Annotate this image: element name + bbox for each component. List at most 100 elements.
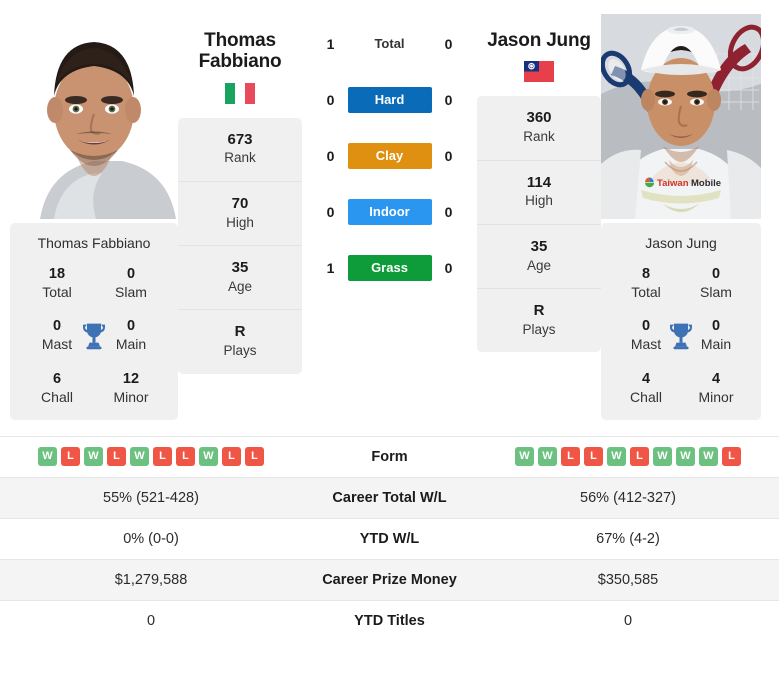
taiwan-flag-icon <box>524 61 554 83</box>
italy-flag-icon <box>225 82 255 104</box>
left-title-minor-label: Minor <box>113 388 149 405</box>
right-title-minor: 4 Minor <box>681 370 751 406</box>
h2h-row-grass: 1 Grass 0 <box>302 254 477 282</box>
right-stat-high-label: High <box>525 193 553 209</box>
right-form-badge: W <box>676 447 695 467</box>
h2h-total-right-value: 0 <box>444 36 453 52</box>
left-title-minor: 12 Minor <box>94 370 168 406</box>
h2h-clay-label: Clay <box>347 143 432 169</box>
left-stat-rank-value: 673 <box>227 130 253 148</box>
svg-text:Taiwan: Taiwan <box>657 178 689 189</box>
ytd-titles-left: 0 <box>146 612 156 629</box>
right-player-column: Taiwan Mobile Jason Jung 8 Total 0 Slam <box>601 14 761 420</box>
right-stat-age: 35 Age <box>477 225 601 290</box>
ytd-wl-label: YTD W/L <box>359 530 420 547</box>
table-row-ytd-titles: 0 YTD Titles 0 <box>0 599 779 641</box>
h2h-indoor-right-value: 0 <box>444 204 453 220</box>
h2h-row-clay: 0 Clay 0 <box>302 142 477 170</box>
right-form-badge: L <box>630 447 649 467</box>
left-form-badge: W <box>130 447 149 467</box>
left-title-total-value: 18 <box>48 266 66 282</box>
right-title-chall-value: 4 <box>641 370 651 387</box>
h2h-row-hard: 0 Hard 0 <box>302 86 477 114</box>
career-total-wl-label: Career Total W/L <box>332 489 447 506</box>
career-total-wl-right: 56% (412-327) <box>580 489 676 506</box>
left-title-slam-value: 0 <box>126 266 136 282</box>
left-stat-high: 70 High <box>178 182 302 247</box>
ytd-wl-left: 0% (0-0) <box>123 530 179 547</box>
right-stat-rank: 360 Rank <box>477 96 601 161</box>
right-form-badge: W <box>538 447 557 467</box>
comparison-stats-table: WLWLWLLWLL Form WWLLWLWWWL 55% (521-428)… <box>0 435 779 641</box>
h2h-row-indoor: 0 Indoor 0 <box>302 198 477 226</box>
career-prize-money-right: $350,585 <box>597 571 659 588</box>
h2h-total-left-value: 1 <box>326 36 335 52</box>
left-form-badge: L <box>153 447 172 467</box>
thomas-fabbiano-headshot-image <box>10 14 178 219</box>
h2h-row-total: 1 Total 0 <box>302 30 477 58</box>
h2h-clay-right-value: 0 <box>444 148 453 164</box>
left-stat-age-value: 35 <box>231 259 249 277</box>
left-flag-wrap <box>178 82 302 104</box>
left-stat-age: 35 Age <box>178 246 302 311</box>
left-form-badge: L <box>245 447 264 467</box>
ytd-wl-right: 67% (4-2) <box>596 530 660 547</box>
left-title-slam: 0 Slam <box>94 265 168 301</box>
left-stat-plays: R Plays <box>178 310 302 373</box>
right-player-stat-card: 360 Rank 114 High 35 Age R Plays <box>477 96 601 353</box>
right-stat-plays-value: R <box>533 302 545 320</box>
right-stat-plays-label: Plays <box>522 321 556 337</box>
left-player-lastname: Fabbiano <box>198 51 282 73</box>
left-title-chall-label: Chall <box>41 388 73 405</box>
left-stat-plays-label: Plays <box>223 343 257 359</box>
left-stat-high-value: 70 <box>231 194 249 212</box>
h2h-hard-right-value: 0 <box>444 92 453 108</box>
h2h-total-label: Total <box>374 36 405 51</box>
right-title-total-value: 8 <box>641 266 651 282</box>
right-form-badge: L <box>561 447 580 467</box>
left-player-photo <box>10 14 178 219</box>
h2h-indoor-left-value: 0 <box>326 204 335 220</box>
left-player-titles-card: Thomas Fabbiano 18 Total 0 Slam 0 Mast 0… <box>10 223 178 420</box>
right-stat-age-value: 35 <box>530 237 548 255</box>
left-title-minor-value: 12 <box>122 370 140 387</box>
left-title-chall: 6 Chall <box>20 370 94 406</box>
career-total-wl-left: 55% (521-428) <box>103 489 199 506</box>
career-prize-money-left: $1,279,588 <box>114 571 188 588</box>
right-stat-age-label: Age <box>526 257 552 273</box>
left-stat-plays-value: R <box>234 323 246 341</box>
right-form-badge: W <box>607 447 626 467</box>
ytd-titles-label: YTD Titles <box>354 612 425 629</box>
table-row-career-total-wl: 55% (521-428) Career Total W/L 56% (412-… <box>0 476 779 518</box>
right-titles-player-name: Jason Jung <box>645 235 717 251</box>
h2h-hard-left-value: 0 <box>326 92 335 108</box>
left-form-badge: L <box>222 447 241 467</box>
left-titles-player-name: Thomas Fabbiano <box>37 235 151 251</box>
left-stat-high-label: High <box>226 214 254 230</box>
left-form-badge: L <box>107 447 126 467</box>
h2h-hard-label: Hard <box>347 87 432 113</box>
right-title-chall: 4 Chall <box>611 370 681 406</box>
right-stat-rank-value: 360 <box>526 109 552 127</box>
left-form-badge: W <box>38 447 57 467</box>
left-player-info-column: Thomas Fabbiano 673 Rank 70 High 35 Age … <box>178 14 302 374</box>
table-row-career-prize-money: $1,279,588 Career Prize Money $350,585 <box>0 558 779 600</box>
table-row-form: WLWLWLLWLL Form WWLLWLWWWL <box>0 435 779 477</box>
right-title-total-label: Total <box>631 284 661 301</box>
left-title-chall-value: 6 <box>52 370 62 387</box>
left-title-slam-label: Slam <box>115 284 147 301</box>
right-title-chall-label: Chall <box>630 388 662 405</box>
left-player-column: Thomas Fabbiano 18 Total 0 Slam 0 Mast 0… <box>10 14 178 420</box>
left-player-stat-card: 673 Rank 70 High 35 Age R Plays <box>178 117 302 374</box>
left-player-name: Thomas Fabbiano <box>178 30 302 73</box>
left-form-badge: L <box>61 447 80 467</box>
ytd-titles-right: 0 <box>623 612 633 629</box>
left-title-total: 18 Total <box>20 265 94 301</box>
surface-comparison-column: 1 Total 0 0 Hard 0 0 Clay 0 0 Indoor 0 1 <box>302 14 477 282</box>
right-form-badge: W <box>515 447 534 467</box>
left-stat-age-label: Age <box>227 278 253 294</box>
right-player-photo: Taiwan Mobile <box>601 14 761 219</box>
right-player-titles-card: Jason Jung 8 Total 0 Slam 0 Mast 0 Main … <box>601 223 761 420</box>
left-titles-grid: 18 Total 0 Slam 0 Mast 0 Main 6 Chall 12… <box>20 265 168 406</box>
right-form-badge: W <box>653 447 672 467</box>
